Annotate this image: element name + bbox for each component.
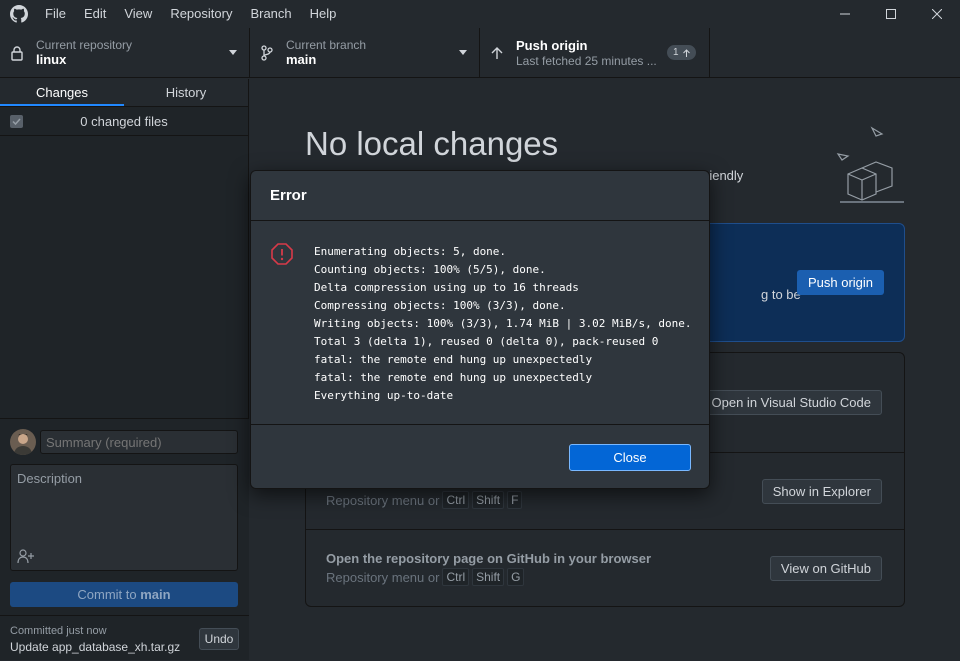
push-origin-button[interactable]: Push origin Last fetched 25 minutes ... … xyxy=(480,28,710,78)
summary-input[interactable] xyxy=(40,430,238,454)
menu-repository[interactable]: Repository xyxy=(161,0,241,28)
kbd-ctrl: Ctrl xyxy=(442,568,470,586)
error-icon xyxy=(271,243,293,265)
title-bar: File Edit View Repository Branch Help xyxy=(0,0,960,28)
menu-help[interactable]: Help xyxy=(301,0,346,28)
log-line: Compressing objects: 100% (3/3), done. xyxy=(314,299,566,312)
tab-history[interactable]: History xyxy=(124,79,248,106)
kbd-shift: Shift xyxy=(472,491,505,509)
minimize-button[interactable] xyxy=(822,0,868,28)
changed-files-header: 0 changed files xyxy=(0,107,248,136)
action-sub-text: Repository menu or xyxy=(326,569,440,585)
open-in-vscode-button[interactable]: Open in Visual Studio Code xyxy=(700,390,882,415)
select-all-checkbox[interactable] xyxy=(10,115,23,128)
dialog-footer: Close xyxy=(251,424,709,488)
kbd-f: F xyxy=(507,491,523,509)
page-title: No local changes xyxy=(305,125,559,162)
close-icon xyxy=(932,9,942,19)
menu-bar: File Edit View Repository Branch Help xyxy=(36,0,345,28)
toolbar: Current repository linux Current branch … xyxy=(0,28,960,78)
view-on-github-button[interactable]: View on GitHub xyxy=(769,556,882,581)
action-shortcut: Repository menu or Ctrl Shift F xyxy=(326,491,523,509)
tab-changes[interactable]: Changes xyxy=(0,79,124,106)
window-controls xyxy=(822,0,960,28)
close-button[interactable]: Close xyxy=(569,444,691,471)
repository-name: linux xyxy=(36,52,67,67)
last-fetched-text: Last fetched 25 minutes ... xyxy=(516,54,657,68)
kbd-g: G xyxy=(507,568,525,586)
commit-button[interactable]: Commit to main xyxy=(10,582,238,607)
show-in-explorer-button[interactable]: Show in Explorer xyxy=(761,479,882,504)
add-coauthor-icon[interactable] xyxy=(17,548,35,564)
kbd-ctrl: Ctrl xyxy=(442,491,470,509)
maximize-button[interactable] xyxy=(868,0,914,28)
log-line: Delta compression using up to 16 threads xyxy=(314,281,579,294)
empty-state-illustration-icon xyxy=(836,126,904,203)
action-shortcut: Repository menu or Ctrl Shift G xyxy=(326,568,525,586)
sidebar-tabs: Changes History xyxy=(0,79,248,107)
push-label: Push origin xyxy=(516,38,588,53)
log-line: Enumerating objects: 5, done. xyxy=(314,245,507,258)
avatar xyxy=(10,429,36,455)
lock-icon xyxy=(10,45,24,61)
push-count-badge: 1 xyxy=(667,45,696,60)
branch-name: main xyxy=(286,52,317,67)
recent-commit-message: Update app_database_xh.tar.gz xyxy=(10,640,181,654)
chevron-down-icon xyxy=(459,50,467,55)
log-line: Writing objects: 100% (3/3), 1.74 MiB | … xyxy=(314,317,692,330)
action-view-github: Open the repository page on GitHub in yo… xyxy=(306,530,904,606)
sidebar: Changes History 0 changed files Descript… xyxy=(0,79,249,660)
dialog-title: Error xyxy=(270,187,307,204)
close-window-button[interactable] xyxy=(914,0,960,28)
dialog-header: Error xyxy=(251,171,709,221)
minimize-icon xyxy=(840,13,850,15)
changed-files-count: 0 changed files xyxy=(80,113,168,129)
error-log: Enumerating objects: 5, done. Counting ob… xyxy=(314,243,692,405)
commit-branch: main xyxy=(140,587,171,602)
repository-label: Current repository xyxy=(36,38,133,52)
page-subtitle: riendly xyxy=(705,168,744,183)
log-line: Total 3 (delta 1), reused 0 (delta 0), p… xyxy=(314,335,659,348)
maximize-icon xyxy=(886,9,896,19)
log-line: Everything up-to-date xyxy=(314,389,454,402)
description-placeholder: Description xyxy=(17,471,83,486)
recent-commit: Committed just now Update app_database_x… xyxy=(0,615,249,661)
error-dialog: Error Enumerating objects: 5, done. Count… xyxy=(250,170,710,489)
branch-selector[interactable]: Current branch main xyxy=(250,28,480,78)
repository-selector[interactable]: Current repository linux xyxy=(0,28,250,78)
github-logo-icon xyxy=(10,5,28,23)
menu-edit[interactable]: Edit xyxy=(75,0,115,28)
branch-icon xyxy=(260,45,274,61)
commit-panel: Description Commit to main Committed jus… xyxy=(0,418,249,660)
log-line: Counting objects: 100% (5/5), done. xyxy=(314,263,546,276)
recent-commit-time: Committed just now xyxy=(10,625,107,637)
menu-branch[interactable]: Branch xyxy=(241,0,300,28)
menu-view[interactable]: View xyxy=(115,0,161,28)
log-line: fatal: the remote end hung up unexpected… xyxy=(314,371,593,384)
description-input[interactable]: Description xyxy=(10,464,238,571)
action-title: Open the repository page on GitHub in yo… xyxy=(326,551,652,566)
branch-label: Current branch xyxy=(286,38,367,52)
kbd-shift: Shift xyxy=(472,568,505,586)
log-line: fatal: the remote end hung up unexpected… xyxy=(314,353,593,366)
chevron-down-icon xyxy=(229,50,237,55)
user-avatar-icon xyxy=(14,434,32,455)
arrow-up-icon xyxy=(490,45,504,61)
arrow-up-icon xyxy=(682,48,690,57)
check-icon xyxy=(12,118,21,126)
push-origin-card-button[interactable]: Push origin xyxy=(797,270,884,295)
action-sub-text: Repository menu or xyxy=(326,492,440,508)
menu-file[interactable]: File xyxy=(36,0,75,28)
commit-label: Commit to xyxy=(77,587,137,602)
undo-button[interactable]: Undo xyxy=(199,628,239,650)
push-count: 1 xyxy=(673,47,679,58)
push-card-text: g to be xyxy=(761,287,801,302)
